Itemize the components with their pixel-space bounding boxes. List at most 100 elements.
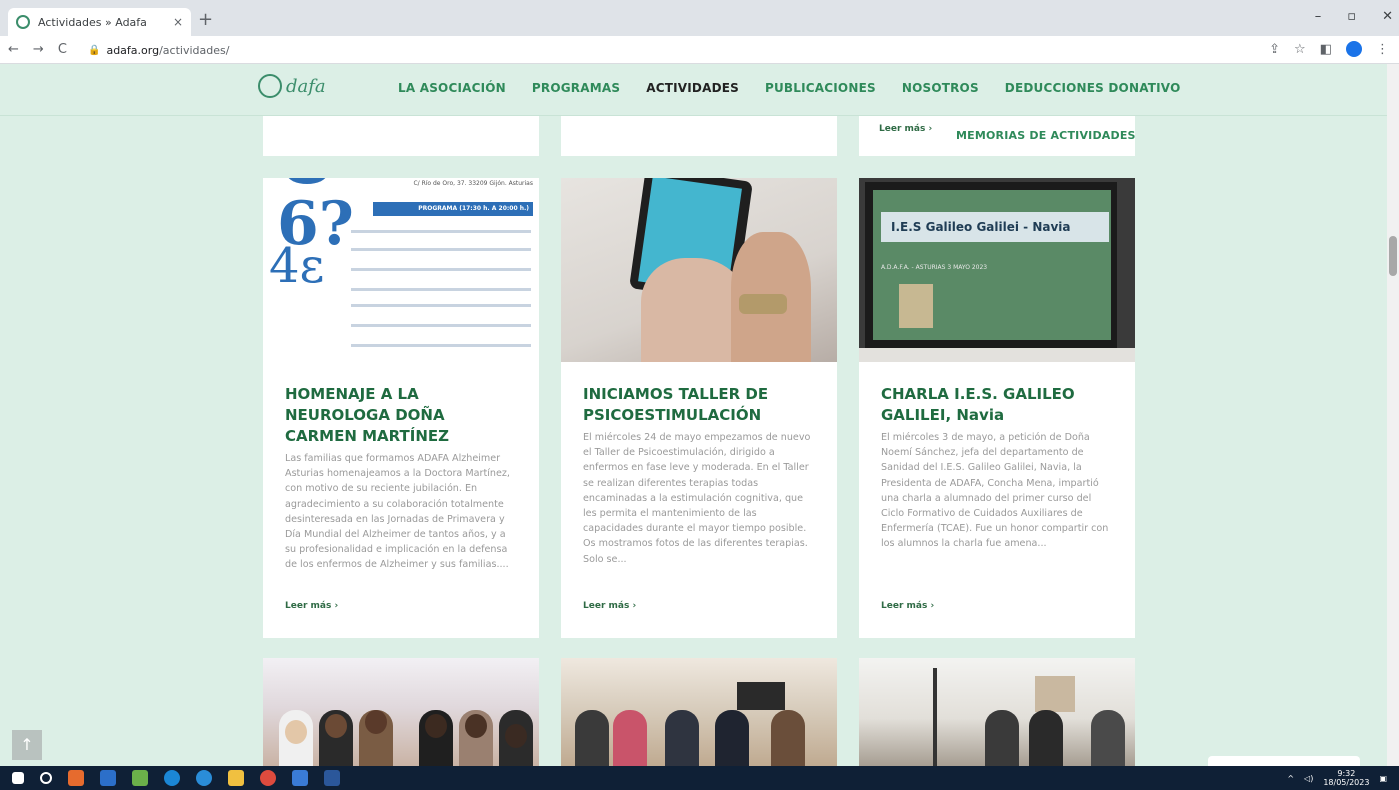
lock-icon: 🔒 — [88, 44, 101, 56]
coat-rack-graphic — [933, 668, 937, 768]
card-title[interactable]: INICIAMOS TALLER DE PSICOESTIMULACIÓN — [583, 384, 815, 426]
read-more-link[interactable]: Leer más › — [881, 601, 934, 611]
app-icon[interactable] — [68, 770, 84, 786]
person-head — [465, 714, 487, 738]
image-text-line — [351, 344, 531, 347]
menu-kebab-icon[interactable]: ⋮ — [1376, 42, 1389, 57]
activity-card-image[interactable] — [859, 658, 1135, 768]
address-bar[interactable]: 🔒 adafa.org /actividades/ — [88, 41, 1268, 59]
card-image[interactable]: C/ Río de Oro, 37. 33209 Gijón. Asturias… — [263, 178, 539, 362]
share-icon[interactable]: ⇪ — [1269, 42, 1280, 57]
prev-card-2 — [561, 116, 837, 156]
card-title[interactable]: CHARLA I.E.S. GALILEO GALILEI, Navia — [881, 384, 1113, 426]
nav-la-asociacion[interactable]: LA ASOCIACIÓN — [398, 81, 506, 95]
tray-chevron-icon[interactable]: ^ — [1287, 774, 1294, 783]
taskbar-clock[interactable]: 9:32 18/05/2023 — [1323, 769, 1369, 787]
bookmark-star-icon[interactable]: ☆ — [1294, 42, 1306, 57]
side-panel-icon[interactable]: ◧ — [1320, 42, 1332, 57]
clock-date: 18/05/2023 — [1323, 778, 1370, 787]
person-graphic — [771, 710, 805, 768]
person-graphic — [1091, 710, 1125, 768]
taskview-icon[interactable] — [100, 770, 116, 786]
person-head — [365, 710, 387, 734]
restore-button[interactable]: ▫ — [1347, 9, 1356, 24]
card-image[interactable]: I.E.S Galileo Galilei - Navia A.D.A.F.A.… — [859, 178, 1135, 362]
nav-actividades[interactable]: ACTIVIDADES — [646, 81, 739, 95]
prev-card-1 — [263, 116, 539, 156]
scrollbar-thumb[interactable] — [1389, 236, 1397, 276]
logo-mark-icon — [258, 74, 282, 98]
read-more-link[interactable]: Leer más › — [583, 601, 636, 611]
close-window-button[interactable]: ✕ — [1382, 9, 1393, 24]
forward-button[interactable]: → — [33, 42, 44, 57]
image-address-text: C/ Río de Oro, 37. 33209 Gijón. Asturias — [413, 180, 533, 187]
read-more-link[interactable]: Leer más › — [285, 601, 338, 611]
new-tab-button[interactable]: + — [198, 11, 213, 29]
image-text-line — [351, 248, 531, 251]
poster-graphic — [1035, 676, 1075, 712]
main-nav: LA ASOCIACIÓN PROGRAMAS ACTIVIDADES PUBL… — [398, 81, 1181, 95]
edge-icon[interactable] — [196, 770, 212, 786]
image-programa-banner: PROGRAMA (17:30 h. A 20:00 h.) — [373, 202, 533, 216]
nav-publicaciones[interactable]: PUBLICACIONES — [765, 81, 876, 95]
tab-close-icon[interactable]: × — [173, 15, 183, 29]
chrome-icon[interactable] — [260, 770, 276, 786]
back-to-top-button[interactable]: ↑ — [12, 730, 42, 760]
person-graphic — [1029, 710, 1063, 768]
prev-read-more-link[interactable]: Leer más › — [879, 124, 932, 134]
windows-start-icon[interactable] — [12, 772, 24, 784]
activity-card-image[interactable] — [263, 658, 539, 768]
minimize-button[interactable]: – — [1315, 9, 1322, 24]
volume-icon[interactable]: ◁) — [1304, 774, 1313, 783]
person-head — [285, 720, 307, 744]
image-text-line — [351, 288, 531, 291]
site-logo[interactable]: dafa — [258, 74, 326, 98]
app-icon[interactable] — [132, 770, 148, 786]
person-graphic — [613, 710, 647, 768]
notifications-icon[interactable]: ▣ — [1379, 774, 1387, 783]
file-explorer-icon[interactable] — [228, 770, 244, 786]
url-domain: adafa.org — [106, 43, 160, 57]
person-head — [325, 714, 347, 738]
image-text-line — [351, 268, 531, 271]
watch-graphic — [739, 294, 787, 314]
card-excerpt: El miércoles 3 de mayo, a petición de Do… — [881, 432, 1109, 550]
tv-graphic — [737, 682, 785, 710]
person-graphic — [715, 710, 749, 768]
card-image[interactable] — [561, 178, 837, 362]
activity-card[interactable]: I.E.S Galileo Galilei - Navia A.D.A.F.A.… — [859, 178, 1135, 638]
slide-title: I.E.S Galileo Galilei - Navia — [881, 212, 1109, 242]
image-text-line — [351, 304, 531, 307]
internet-explorer-icon[interactable] — [164, 770, 180, 786]
person-head — [505, 724, 527, 748]
browser-tabbar: Actividades » Adafa × + – ▫ ✕ — [0, 0, 1399, 36]
desk-graphic — [859, 348, 1135, 362]
page-scrollbar[interactable] — [1387, 64, 1399, 766]
back-button[interactable]: ← — [8, 42, 19, 57]
tab-title: Actividades » Adafa — [38, 15, 147, 29]
card-excerpt: El miércoles 24 de mayo empezamos de nue… — [583, 432, 811, 565]
app-icon[interactable] — [292, 770, 308, 786]
activity-card[interactable]: C/ Río de Oro, 37. 33209 Gijón. Asturias… — [263, 178, 539, 638]
face-graphic: 4ε — [269, 238, 325, 294]
nav-deducciones-donativo[interactable]: DEDUCCIONES DONATIVO — [1005, 81, 1181, 95]
activity-card[interactable]: INICIAMOS TALLER DE PSICOESTIMULACIÓN El… — [561, 178, 837, 638]
site-favicon-icon — [16, 15, 30, 29]
image-text-line — [351, 230, 531, 233]
word-icon[interactable] — [324, 770, 340, 786]
profile-avatar[interactable] — [1346, 41, 1362, 57]
activity-card-image[interactable] — [561, 658, 837, 768]
reload-button[interactable]: C — [58, 42, 67, 57]
url-path: /actividades/ — [159, 43, 230, 57]
browser-tab[interactable]: Actividades » Adafa × — [8, 8, 191, 36]
nav-programas[interactable]: PROGRAMAS — [532, 81, 620, 95]
card-title[interactable]: HOMENAJE A LA NEUROLOGA DOÑA CARMEN MART… — [285, 384, 517, 447]
image-text-line — [351, 324, 531, 327]
person-graphic — [665, 710, 699, 768]
memorias-link[interactable]: MEMORIAS DE ACTIVIDADES — [956, 129, 1136, 142]
search-icon[interactable] — [40, 772, 52, 784]
card-excerpt: Las familias que formamos ADAFA Alzheime… — [285, 453, 510, 571]
clock-time: 9:32 — [1337, 769, 1356, 778]
browser-toolbar: ← → C 🔒 adafa.org /actividades/ ⇪ ☆ ◧ ⋮ — [0, 36, 1399, 64]
nav-nosotros[interactable]: NOSOTROS — [902, 81, 979, 95]
